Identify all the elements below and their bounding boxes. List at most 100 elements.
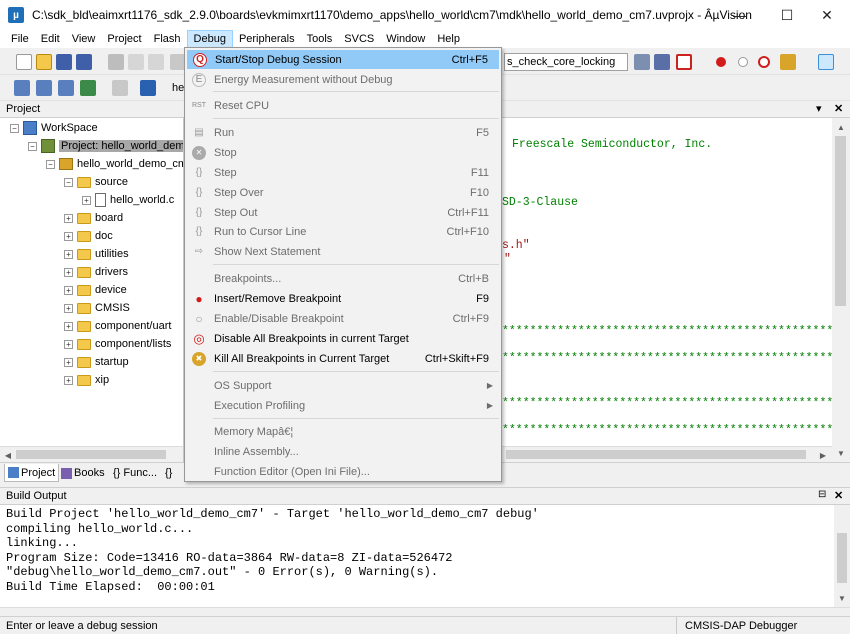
stop-build-icon[interactable]	[112, 80, 128, 96]
tree-item-device[interactable]: + device	[64, 281, 127, 299]
menu-peripherals[interactable]: Peripherals	[233, 30, 301, 48]
menu-item-energy-measurement[interactable]: E Energy Measurement without Debug	[187, 70, 499, 89]
code-editor[interactable]: Freescale Semiconductor, Inc. SD-3-Claus…	[502, 118, 832, 462]
pin-icon[interactable]: ▾	[816, 102, 822, 115]
expand-icon[interactable]: +	[64, 231, 73, 241]
scroll-up-icon[interactable]: ▲	[834, 120, 848, 134]
expand-icon[interactable]: +	[64, 285, 73, 295]
build-output-horizontal-scrollbar[interactable]	[0, 607, 850, 616]
minimize-button[interactable]: —	[717, 0, 763, 30]
menu-item-memory-map[interactable]: Memory Mapâ€¦	[187, 422, 499, 441]
menu-tools[interactable]: Tools	[301, 30, 339, 48]
menu-item-step-out[interactable]: {} Step Out Ctrl+F11	[187, 203, 499, 222]
collapse-icon[interactable]: −	[46, 159, 55, 169]
menu-item-reset-cpu[interactable]: RST Reset CPU	[187, 96, 499, 115]
expand-icon[interactable]: +	[64, 339, 73, 349]
menu-item-insert-remove-breakpoint[interactable]: ● Insert/Remove Breakpoint F9	[187, 289, 499, 308]
menu-item-stop[interactable]: ✕ Stop	[187, 143, 499, 162]
toolbar-kill-breakpoints-icon[interactable]	[780, 54, 796, 70]
save-all-icon[interactable]	[76, 54, 92, 70]
tree-item-doc[interactable]: + doc	[64, 227, 113, 245]
menu-item-disable-all-breakpoints[interactable]: ◎ Disable All Breakpoints in current Tar…	[187, 329, 499, 348]
tree-item-board[interactable]: + board	[64, 209, 123, 227]
menu-window[interactable]: Window	[380, 30, 431, 48]
scroll-thumb[interactable]	[837, 533, 847, 583]
tree-item-workspace[interactable]: − WorkSpace	[10, 119, 98, 137]
build-output-close-icon[interactable]: ✕	[834, 489, 843, 502]
open-file-icon[interactable]	[36, 54, 52, 70]
toolbar-breakpoint-icon[interactable]	[716, 57, 726, 67]
project-horizontal-scrollbar[interactable]: ◀	[0, 446, 183, 462]
menu-item-step[interactable]: {} Step F11	[187, 163, 499, 182]
pin-icon[interactable]: ⊟	[818, 489, 826, 500]
expand-icon[interactable]: +	[64, 357, 73, 367]
find-combo[interactable]: s_check_core_locking	[504, 53, 628, 71]
incremental-find-icon[interactable]	[654, 54, 670, 70]
expand-icon[interactable]: +	[64, 249, 73, 259]
tree-item-project[interactable]: − Project: hello_world_demo	[28, 137, 183, 155]
scroll-down-icon[interactable]: ▼	[834, 446, 848, 460]
menu-edit[interactable]: Edit	[35, 30, 66, 48]
expand-icon[interactable]: +	[64, 267, 73, 277]
tree-item-startup[interactable]: + startup	[64, 353, 129, 371]
menu-svcs[interactable]: SVCS	[338, 30, 380, 48]
menu-item-breakpoints[interactable]: Breakpoints... Ctrl+B	[187, 269, 499, 288]
tab-templates[interactable]: {}	[162, 464, 175, 482]
menu-item-start-stop-debug[interactable]: Q Start/Stop Debug Session Ctrl+F5	[187, 50, 499, 69]
expand-icon[interactable]: +	[64, 213, 73, 223]
menu-view[interactable]: View	[66, 30, 102, 48]
cut-icon[interactable]	[108, 54, 124, 70]
debug-toolbar-icon[interactable]	[676, 54, 692, 70]
menu-file[interactable]: File	[5, 30, 35, 48]
close-button[interactable]: ✕	[804, 0, 850, 30]
paste-icon[interactable]	[148, 54, 164, 70]
expand-icon[interactable]: +	[64, 303, 73, 313]
menu-item-function-editor[interactable]: Function Editor (Open Ini File)...	[187, 462, 499, 481]
collapse-icon[interactable]: −	[10, 123, 19, 133]
copy-icon[interactable]	[128, 54, 144, 70]
menu-item-step-over[interactable]: {} Step Over F10	[187, 183, 499, 202]
tree-item-component-uart[interactable]: + component/uart	[64, 317, 171, 335]
scroll-right-icon[interactable]: ▶	[816, 448, 830, 462]
expand-icon[interactable]: +	[64, 321, 73, 331]
tree-item-target[interactable]: − hello_world_demo_cm	[46, 155, 183, 173]
tree-item-utilities[interactable]: + utilities	[64, 245, 129, 263]
toolbar-enable-breakpoint-icon[interactable]	[738, 57, 748, 67]
menu-item-os-support[interactable]: OS Support ▶	[187, 376, 499, 395]
tree-item-drivers[interactable]: + drivers	[64, 263, 128, 281]
menu-item-kill-all-breakpoints[interactable]: ✖ Kill All Breakpoints in Current Target…	[187, 349, 499, 368]
menu-item-show-next-statement[interactable]: ⇨ Show Next Statement	[187, 242, 499, 261]
expand-icon[interactable]: +	[82, 195, 91, 205]
build-output-vertical-scrollbar[interactable]: ▼	[834, 505, 850, 607]
menu-flash[interactable]: Flash	[148, 30, 187, 48]
target-combo[interactable]: he	[172, 82, 184, 94]
new-file-icon[interactable]	[16, 54, 32, 70]
project-panel-close-button[interactable]: ✕	[834, 102, 843, 115]
menu-item-execution-profiling[interactable]: Execution Profiling ▶	[187, 396, 499, 415]
scroll-thumb[interactable]	[835, 136, 846, 306]
menu-item-run[interactable]: ▤ Run F5	[187, 123, 499, 142]
menu-item-enable-disable-breakpoint[interactable]: ○ Enable/Disable Breakpoint Ctrl+F9	[187, 309, 499, 328]
expand-icon[interactable]: +	[64, 375, 73, 385]
find-in-files-icon[interactable]	[634, 54, 650, 70]
tab-functions[interactable]: {} Func...	[110, 464, 160, 482]
toolbar-disable-breakpoints-icon[interactable]	[758, 56, 770, 68]
tab-books[interactable]: Books	[58, 464, 108, 482]
tree-item-cmsis[interactable]: + CMSIS	[64, 299, 130, 317]
collapse-icon[interactable]: −	[64, 177, 73, 187]
tree-item-hello-world-c[interactable]: + hello_world.c	[82, 191, 174, 209]
scroll-down-icon[interactable]: ▼	[835, 591, 849, 605]
batch-build-icon[interactable]	[80, 80, 96, 96]
translate-icon[interactable]	[14, 80, 30, 96]
menu-help[interactable]: Help	[431, 30, 466, 48]
build-icon[interactable]	[36, 80, 52, 96]
save-icon[interactable]	[56, 54, 72, 70]
tree-item-xip[interactable]: + xip	[64, 371, 109, 389]
scroll-thumb[interactable]	[16, 450, 166, 459]
load-icon[interactable]	[140, 80, 156, 96]
window-layout-icon[interactable]	[818, 54, 834, 70]
editor-horizontal-scrollbar[interactable]: ▶	[502, 446, 832, 462]
menu-item-run-to-cursor[interactable]: {} Run to Cursor Line Ctrl+F10	[187, 222, 499, 241]
scroll-left-icon[interactable]: ◀	[1, 448, 15, 462]
tab-project[interactable]: Project	[4, 464, 60, 482]
